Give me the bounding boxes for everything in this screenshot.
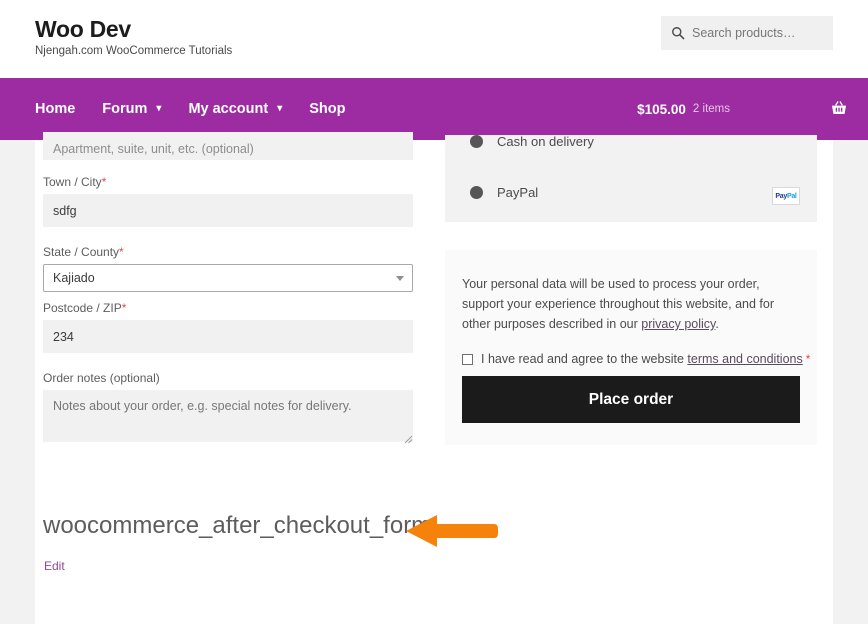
nav-item-home[interactable]: Home — [35, 101, 75, 117]
payment-methods-panel: Cash on delivery PayPal Pay Pal — [445, 133, 817, 222]
chevron-down-icon — [396, 276, 404, 281]
privacy-terms-panel: Your personal data will be used to proce… — [445, 250, 817, 445]
payment-method-paypal[interactable]: PayPal — [445, 185, 817, 200]
billing-field-postcode: Postcode / ZIP* — [43, 301, 413, 353]
nav-item-label: Shop — [309, 101, 346, 117]
hook-title: woocommerce_after_checkout_form — [43, 512, 432, 539]
privacy-text-before: Your personal data will be used to proce… — [462, 277, 774, 331]
radio-icon-cod[interactable] — [470, 134, 483, 148]
order-notes-label: Order notes (optional) — [43, 371, 160, 385]
required-marker: * — [805, 352, 811, 366]
search-input-placeholder[interactable]: Search products… — [692, 27, 796, 40]
nav-item-label: Home — [35, 101, 76, 117]
state-select[interactable]: Kajiado — [43, 264, 413, 292]
billing-field-city: Town / City* — [43, 175, 413, 227]
order-notes-textarea[interactable] — [43, 390, 413, 442]
city-label: Town / City* — [43, 175, 413, 189]
shopping-basket-icon[interactable] — [830, 100, 848, 118]
state-select-value: Kajiado — [53, 271, 95, 285]
site-title[interactable]: Woo Dev — [35, 16, 131, 43]
edit-link[interactable]: Edit — [44, 559, 65, 573]
terms-text-before: I have read and agree to the website — [481, 352, 688, 366]
required-marker: * — [101, 175, 107, 189]
nav-item-my-account[interactable]: My account ▾ — [188, 101, 282, 117]
browser-page: Woo Dev Njengah.com WooCommerce Tutorial… — [0, 0, 868, 624]
paypal-logo-part-2: Pal — [786, 192, 797, 200]
nav-item-forum[interactable]: Forum ▾ — [102, 101, 161, 117]
billing-field-order-notes: Order notes (optional) — [43, 371, 413, 447]
postcode-input[interactable] — [43, 320, 413, 353]
privacy-text-after: . — [715, 317, 719, 331]
city-input[interactable] — [43, 194, 413, 227]
cart-summary[interactable]: $105.00 2 items — [637, 78, 848, 140]
privacy-policy-link[interactable]: privacy policy — [641, 317, 715, 331]
product-search-box[interactable]: Search products… — [661, 16, 833, 50]
nav-item-list: Home Forum ▾ My account ▾ Shop — [35, 78, 372, 140]
billing-field-apartment[interactable] — [43, 132, 413, 160]
cart-total: $105.00 — [637, 101, 686, 117]
postcode-label-text: Postcode / ZIP — [43, 301, 122, 315]
payment-method-cod[interactable]: Cash on delivery — [445, 133, 817, 149]
chevron-down-icon: ▾ — [277, 103, 283, 114]
required-marker: * — [119, 245, 124, 259]
terms-label: I have read and agree to the website ter… — [481, 352, 810, 366]
paypal-logo-icon: Pay Pal — [772, 187, 800, 205]
resize-handle-icon[interactable] — [403, 434, 413, 444]
terms-checkbox[interactable] — [462, 353, 473, 365]
page-content: Town / City* State / County* Kajiado Pos… — [35, 132, 833, 624]
chevron-down-icon: ▾ — [156, 103, 162, 114]
site-tagline: Njengah.com WooCommerce Tutorials — [35, 45, 233, 57]
paypal-logo-part-1: Pay — [775, 192, 787, 200]
city-label-text: Town / City — [43, 175, 102, 189]
payment-method-label: PayPal — [497, 185, 539, 200]
terms-acceptance-row[interactable]: I have read and agree to the website ter… — [462, 352, 810, 366]
cart-item-count: 2 items — [692, 103, 730, 115]
apartment-input[interactable] — [43, 132, 413, 160]
radio-icon-paypal[interactable] — [470, 186, 483, 199]
place-order-button[interactable]: Place order — [462, 376, 800, 423]
site-header: Woo Dev Njengah.com WooCommerce Tutorial… — [0, 0, 868, 78]
billing-field-state: State / County* Kajiado — [43, 245, 413, 292]
privacy-policy-text: Your personal data will be used to proce… — [462, 274, 802, 334]
nav-item-shop[interactable]: Shop — [309, 101, 345, 117]
search-icon — [672, 27, 685, 40]
terms-and-conditions-link[interactable]: terms and conditions — [687, 352, 802, 366]
postcode-label: Postcode / ZIP* — [43, 301, 413, 315]
payment-method-label: Cash on delivery — [497, 133, 594, 149]
state-label-text: State / County — [43, 245, 120, 259]
nav-item-label: My account — [188, 101, 269, 117]
state-label: State / County* — [43, 245, 413, 259]
required-marker: * — [121, 301, 127, 315]
primary-navigation: Home Forum ▾ My account ▾ Shop $105.00 2… — [0, 78, 868, 140]
nav-item-label: Forum — [102, 101, 148, 117]
left-arrow-annotation-icon — [406, 515, 498, 547]
